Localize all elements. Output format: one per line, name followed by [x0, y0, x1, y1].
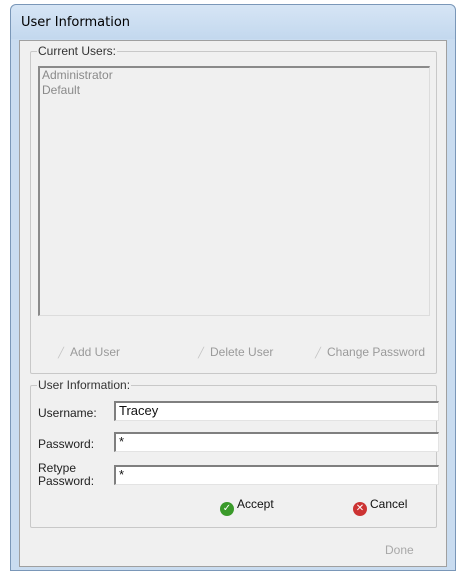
current-users-legend: Current Users:: [38, 44, 117, 58]
done-button[interactable]: Done: [385, 543, 414, 557]
change-password-label: Change Password: [327, 345, 426, 359]
list-item[interactable]: Default: [40, 83, 429, 98]
pencil-icon: ╱: [315, 348, 322, 359]
delete-user-label: Delete User: [210, 345, 274, 359]
cancel-button[interactable]: ✕ Cancel: [353, 494, 408, 516]
username-field[interactable]: Tracey: [114, 401, 439, 421]
user-information-legend: User Information:: [38, 378, 131, 392]
pencil-icon: ╱: [58, 348, 65, 359]
change-password-button[interactable]: ╱ Change Password: [315, 341, 425, 363]
password-field[interactable]: *: [114, 432, 439, 452]
x-circle-icon: ✕: [353, 502, 367, 516]
cancel-label: Cancel: [370, 497, 408, 511]
retype-password-field[interactable]: *: [114, 465, 439, 485]
delete-user-button[interactable]: ╱ Delete User: [198, 341, 273, 363]
dialog-body: Current Users: Administrator Default ╱ Add…: [19, 40, 447, 567]
users-list[interactable]: Administrator Default: [38, 66, 430, 316]
window-title: User Information: [21, 15, 131, 30]
add-user-button[interactable]: ╱ Add User: [58, 341, 120, 363]
add-user-label: Add User: [70, 345, 121, 359]
retype-password-label-line2: Password:: [38, 474, 95, 488]
title-bar[interactable]: User Information: [11, 5, 455, 39]
list-item[interactable]: Administrator: [40, 68, 429, 83]
username-label: Username:: [38, 406, 97, 420]
check-circle-icon: ✓: [220, 502, 234, 516]
password-label: Password:: [38, 437, 95, 451]
user-information-window: User Information Current Users: Administ…: [10, 4, 456, 571]
accept-label: Accept: [237, 497, 274, 511]
pencil-icon: ╱: [198, 348, 205, 359]
accept-button[interactable]: ✓ Accept: [220, 494, 274, 516]
